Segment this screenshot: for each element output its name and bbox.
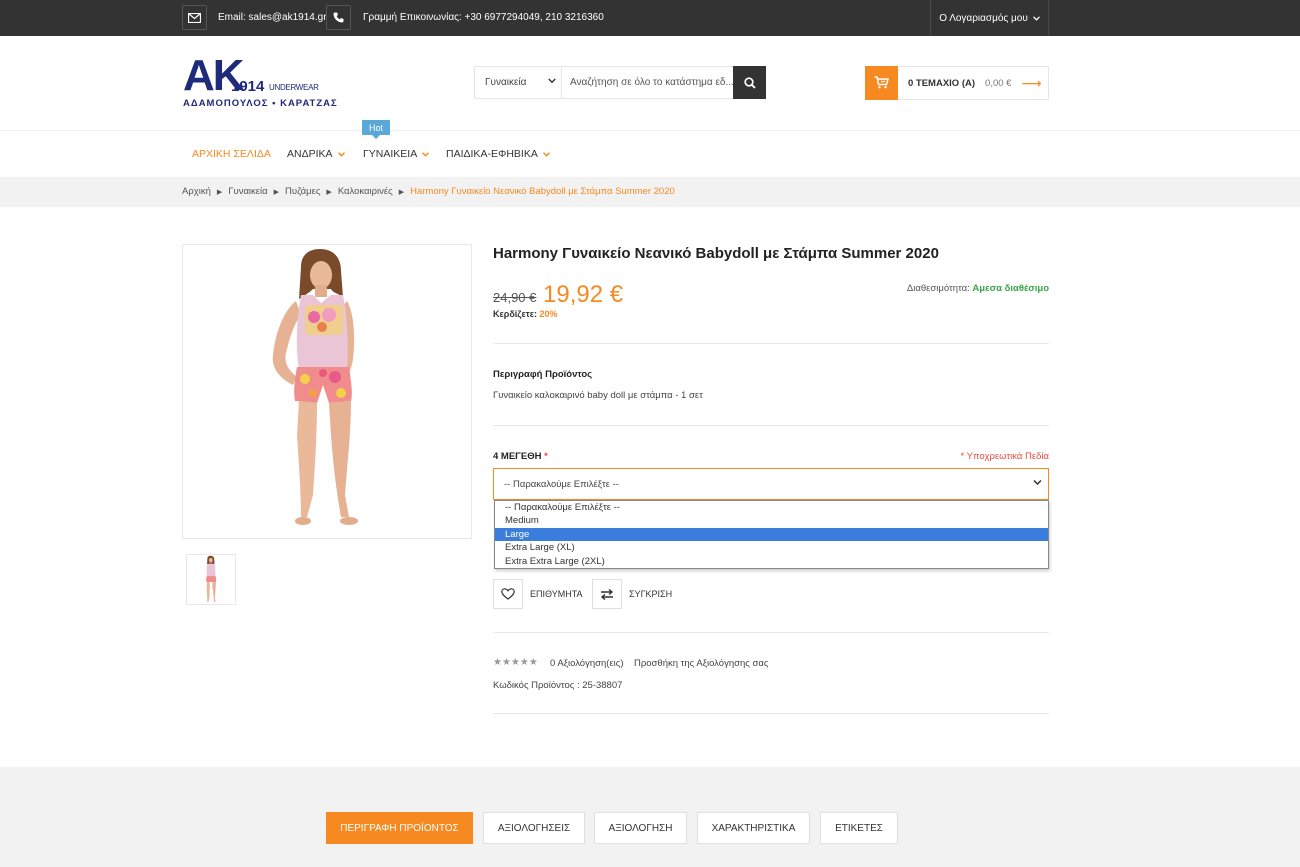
search-category-select[interactable]: Γυναικεία (474, 66, 562, 99)
required-fields-note: * Υποχρεωτικά Πεδία (960, 451, 1049, 462)
nav-kids[interactable]: ΠΑΙΔΙΚΑ-ΕΦΗΒΙΚΑ (446, 148, 550, 160)
size-option[interactable]: Extra Large (XL) (495, 541, 1048, 554)
account-label: Ο Λογαριασμός μου (939, 12, 1028, 24)
nav-home-label: ΑΡΧΙΚΗ ΣΕΛΙΔΑ (192, 148, 271, 160)
nav-kids-label: ΠΑΙΔΙΚΑ-ΕΦΗΒΙΚΑ (446, 148, 538, 160)
size-option-selected[interactable]: Large (495, 527, 1048, 542)
nav-men-label: ΑΝΔΡΙΚΑ (287, 148, 333, 160)
heart-icon (501, 588, 515, 600)
tab-description[interactable]: ΠΕΡΙΓΡΑΦΗ ΠΡΟΪΟΝΤΟΣ (326, 812, 473, 844)
description-heading: Περιγραφή Προϊόντος (493, 369, 593, 380)
search-placeholder: Αναζήτηση σε όλο το κατάστημα εδ... (570, 77, 734, 88)
nav-men[interactable]: ΑΝΔΡΙΚΑ (287, 148, 345, 160)
chevron-down-icon (1032, 15, 1040, 21)
size-option-label-text: 4 ΜΕΓΕΘΗ (493, 451, 542, 462)
divider (493, 713, 1049, 714)
compare-arrows-icon (600, 588, 614, 600)
size-dropdown: -- Παρακαλούμε Επιλέξτε -- Medium Large … (494, 500, 1049, 569)
size-option-label: 4 ΜΕΓΕΘΗ * (493, 451, 548, 462)
logo-number: 1914 (231, 78, 265, 95)
breadcrumb-current: Harmony Γυναικείο Νεανικό Babydoll με Στ… (410, 186, 675, 197)
cart-icon (865, 65, 898, 100)
email-icon (182, 5, 207, 30)
phone-icon (326, 5, 351, 30)
availability-value: Αμεσα διαθέσιμο (972, 283, 1049, 294)
logo-subtitle: ΑΔΑΜΟΠΟΥΛΟΣ • ΚΑΡΑΤΖΑΣ (183, 98, 338, 109)
caret-right-icon: ▶ (216, 188, 223, 196)
old-price: 24,90 € (493, 290, 537, 305)
size-option[interactable]: Extra Extra Large (2XL) (495, 555, 1048, 568)
savings-value: 20% (539, 309, 558, 319)
hot-badge: Hot (362, 120, 390, 139)
search-input[interactable]: Αναζήτηση σε όλο το κατάστημα εδ... (561, 66, 734, 99)
tab-reviews[interactable]: ΑΞΙΟΛΟΓΗΣΕΙΣ (483, 812, 585, 844)
nav-women-label: ΓΥΝΑΙΚΕΙΑ (363, 148, 418, 160)
search-category-value: Γυναικεία (485, 77, 527, 88)
caret-right-icon: ▶ (273, 188, 280, 196)
wishlist-label[interactable]: ΕΠΙΘΥΜΗΤΑ (530, 589, 583, 599)
availability: Διαθεσιμότητα: Αμεσα διαθέσιμο (907, 283, 1049, 294)
chevron-down-icon (422, 151, 430, 157)
product-code: Κωδικός Προϊόντος : 25-38807 (493, 680, 623, 691)
add-review-link[interactable]: Προσθήκη της Αξιολόγησης σας (634, 658, 768, 669)
contact-phone: Γραμμή Επικοινωνίας: +30 6977294049, 210… (363, 12, 604, 23)
chevron-down-icon (548, 78, 556, 84)
product-main-image[interactable] (182, 244, 472, 539)
tab-review[interactable]: ΑΞΙΟΛΟΓΗΣΗ (594, 812, 687, 844)
chevron-down-icon (337, 151, 345, 157)
chevron-down-icon (1033, 479, 1042, 486)
search-icon (743, 76, 756, 89)
cart-total: 0,00 € (985, 77, 1012, 89)
product-thumbnail[interactable] (186, 554, 236, 605)
arrow-right-icon: ⟶ (1021, 74, 1042, 91)
contact-email[interactable]: Email: sales@ak1914.gr (218, 12, 327, 23)
top-bar: Email: sales@ak1914.gr Γραμμή Επικοινωνί… (0, 0, 1300, 36)
product-title: Harmony Γυναικείο Νεανικό Babydoll με Στ… (493, 245, 939, 262)
breadcrumb: Αρχική ▶ Γυναικεία ▶ Πυζάμες ▶ Καλοκαιρι… (182, 186, 675, 197)
breadcrumb-item[interactable]: Γυναικεία (228, 186, 267, 197)
reviews-count[interactable]: 0 Αξιολόγηση(εις) (550, 658, 624, 669)
size-option[interactable]: Medium (495, 514, 1048, 527)
logo-tag: UNDERWEAR (269, 83, 319, 92)
caret-right-icon: ▶ (398, 188, 405, 196)
breadcrumb-item[interactable]: Καλοκαιρινές (338, 186, 393, 197)
cart-button[interactable]: 0 ΤΕΜΑΧΙΟ (Α) 0,00 € ⟶ (865, 65, 1049, 100)
nav-home[interactable]: ΑΡΧΙΚΗ ΣΕΛΙΔΑ (192, 148, 271, 160)
breadcrumb-item[interactable]: Πυζάμες (285, 186, 320, 197)
divider (493, 632, 1049, 633)
savings-label: Κερδίζετε: (493, 309, 537, 319)
description-text: Γυναικείο καλοκαιρινό baby doll με στάμπ… (493, 390, 703, 401)
header-divider (0, 130, 1300, 131)
new-price: 19,92 € (543, 281, 624, 308)
chevron-down-icon (542, 151, 550, 157)
nav-women[interactable]: ΓΥΝΑΙΚΕΙΑ (363, 148, 430, 160)
size-select-value: -- Παρακαλούμε Επιλέξτε -- (504, 478, 619, 490)
breadcrumb-item[interactable]: Αρχική (182, 186, 211, 197)
savings: Κερδίζετε: 20% (493, 309, 558, 319)
site-logo[interactable]: AK 1914 UNDERWEAR (183, 54, 319, 98)
availability-label: Διαθεσιμότητα: (906, 283, 970, 294)
divider (493, 343, 1049, 344)
required-mark: * (544, 451, 548, 462)
compare-label[interactable]: ΣΥΓΚΡΙΣΗ (629, 589, 672, 599)
size-option[interactable]: -- Παρακαλούμε Επιλέξτε -- (495, 501, 1048, 514)
cart-items: 0 ΤΕΜΑΧΙΟ (Α) (908, 77, 976, 89)
tab-features[interactable]: ΧΑΡΑΚΤΗΡΙΣΤΙΚΑ (697, 812, 810, 844)
compare-button[interactable] (592, 579, 622, 609)
divider (493, 425, 1049, 426)
tab-tags[interactable]: ΕΤΙΚΕΤΕΣ (820, 812, 898, 844)
wishlist-button[interactable] (493, 579, 523, 609)
caret-right-icon: ▶ (326, 188, 332, 196)
rating-stars: ★★★★★ (493, 657, 538, 668)
account-menu[interactable]: Ο Λογαριασμός μου (930, 0, 1049, 36)
search-button[interactable] (733, 66, 766, 99)
size-select[interactable]: -- Παρακαλούμε Επιλέξτε -- (493, 468, 1049, 500)
